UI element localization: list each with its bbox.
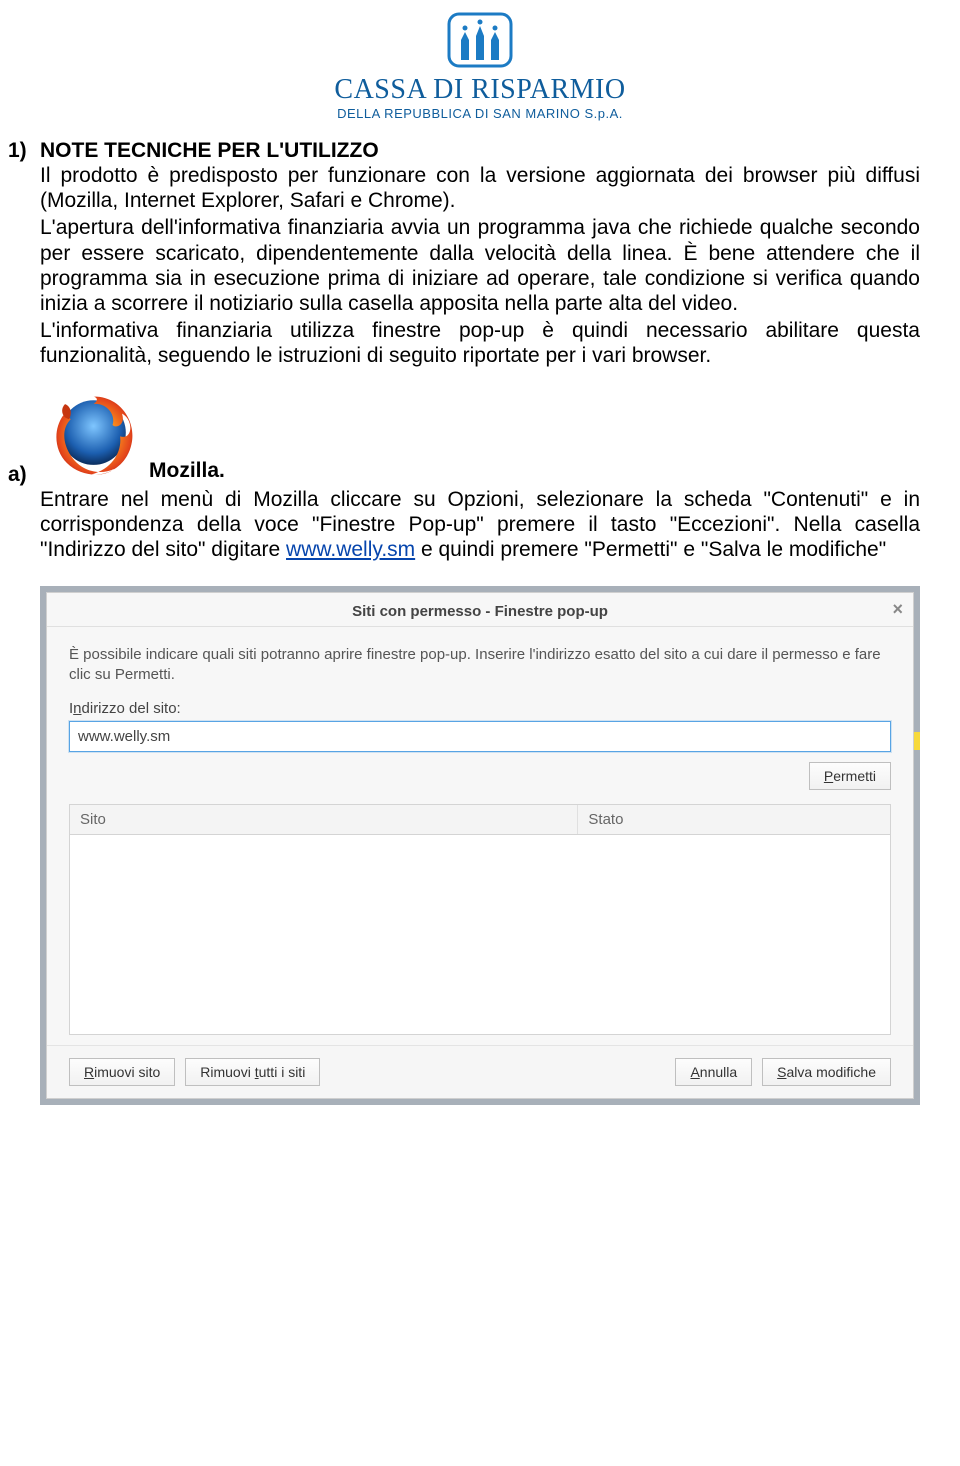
firefox-icon [46,387,141,487]
section-paragraph: L'apertura dell'informativa finanziaria … [40,215,920,316]
section-number: 1) [8,139,40,163]
logo-text-sub: DELLA REPUBBLICA DI SAN MARINO S.p.A. [40,106,920,121]
dialog-description: È possibile indicare quali siti potranno… [69,645,891,686]
section-paragraph: L'informativa finanziaria utilizza fines… [40,318,920,368]
sub-section-paragraph: Entrare nel menù di Mozilla cliccare su … [40,487,920,563]
sub-section-number: a) [8,463,40,487]
address-label: Indirizzo del sito: [69,700,891,717]
sub-section-title: Mozilla. [149,459,225,487]
remove-all-sites-button[interactable]: Rimuovi tutti i siti [185,1058,320,1086]
company-logo: CASSA DI RISPARMIO DELLA REPUBBLICA DI S… [40,10,920,121]
address-input[interactable] [69,721,891,752]
sites-table-header: Sito Stato [69,804,891,835]
firefox-dialog-screenshot: Siti con permesso - Finestre pop-up × È … [40,586,920,1105]
column-site: Sito [70,805,578,834]
logo-icon [443,10,517,70]
cancel-button[interactable]: Annulla [675,1058,752,1086]
welly-link[interactable]: www.welly.sm [286,538,415,561]
remove-site-button[interactable]: Rimuovi sito [69,1058,175,1086]
section-paragraph: Il prodotto è predisposto per funzionare… [40,163,920,213]
save-changes-button[interactable]: Salva modifiche [762,1058,891,1086]
sites-table-body [69,835,891,1035]
section-title: NOTE TECNICHE PER L'UTILIZZO [40,139,379,163]
decorative-mark [914,732,920,750]
column-state: Stato [578,805,890,834]
close-icon[interactable]: × [892,599,903,620]
logo-text-main: CASSA DI RISPARMIO [40,74,920,106]
permit-button[interactable]: Permetti [809,762,891,790]
text-run: e quindi premere "Permetti" e "Salva le … [415,538,886,561]
dialog-title: Siti con permesso - Finestre pop-up [352,603,608,620]
